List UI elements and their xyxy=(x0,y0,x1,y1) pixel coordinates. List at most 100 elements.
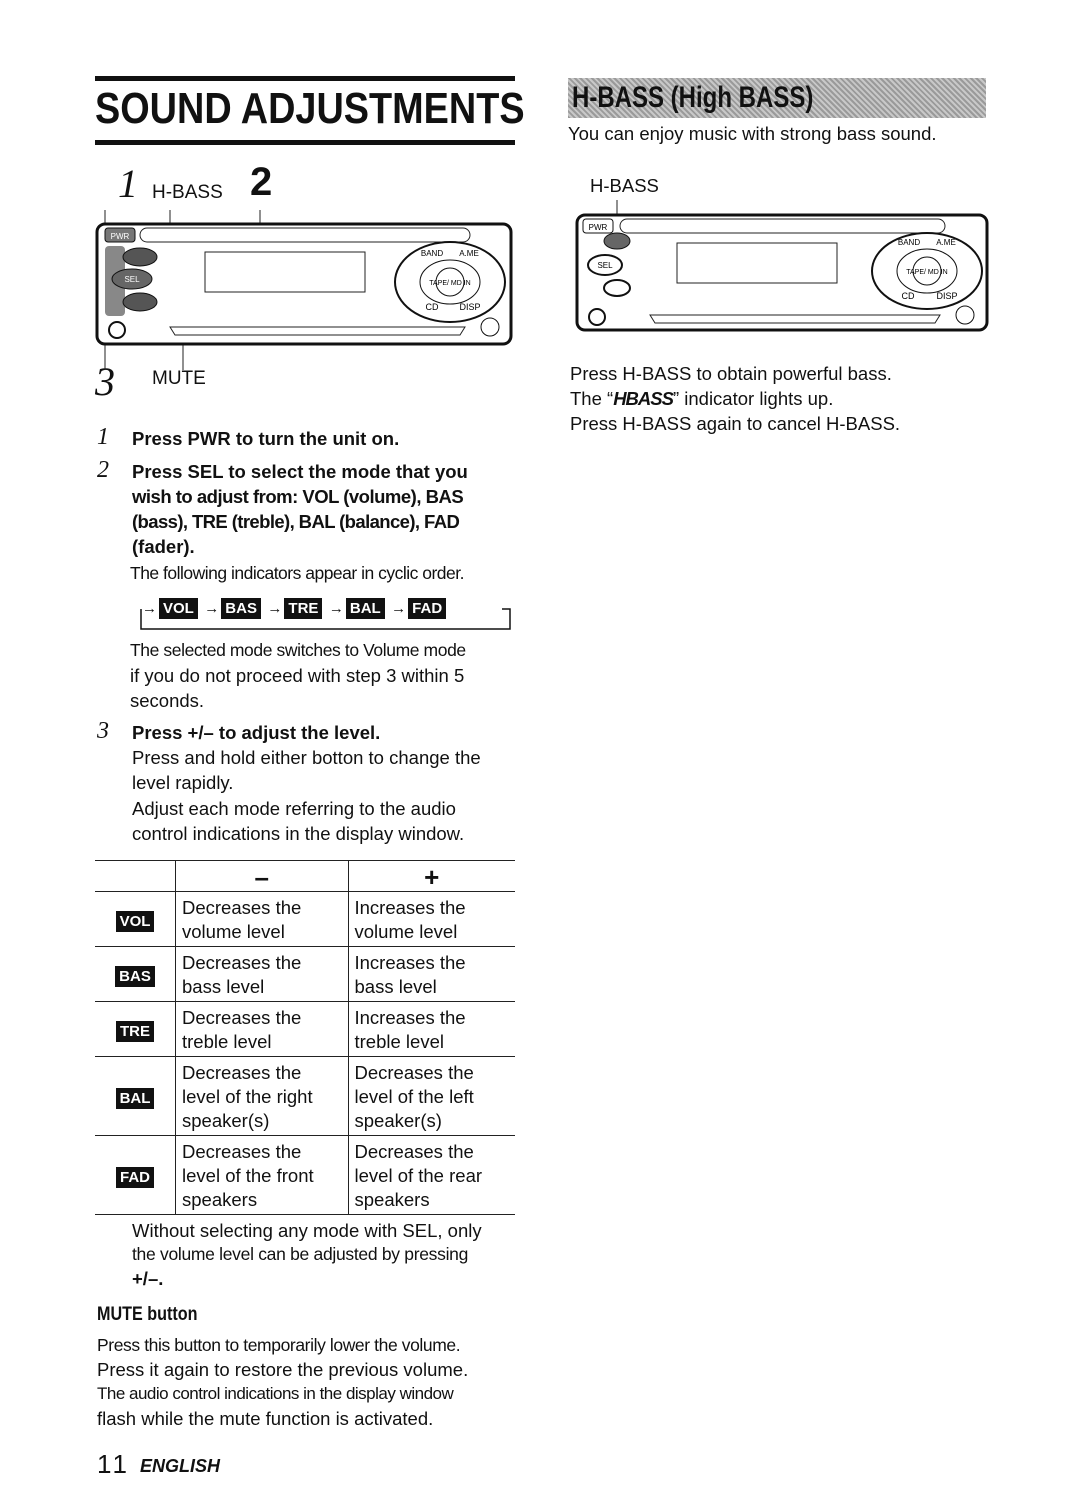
pwr-label: PWR xyxy=(111,232,130,241)
ame-label: A.ME xyxy=(459,249,479,258)
cell-line: bass level xyxy=(354,976,437,997)
step-3-line: Press and hold either botton to change t… xyxy=(132,747,481,768)
indicator-tre: TRE xyxy=(116,1021,154,1042)
cell-line: Increases the xyxy=(354,952,466,973)
hbass-line: The “HBASS” indicator lights up. xyxy=(570,386,833,411)
table-header-row: – + xyxy=(95,860,515,892)
cell-line: speaker(s) xyxy=(354,1110,442,1131)
cell-line: speakers xyxy=(354,1189,430,1210)
table-header-empty xyxy=(95,860,176,892)
indicator-fad: FAD xyxy=(116,1167,154,1188)
hbass-line: Press H-BASS to obtain powerful bass. xyxy=(570,363,892,384)
callout-1: 1 xyxy=(118,161,138,206)
step-2-line: wish to adjust from: VOL (volume), BAS xyxy=(132,486,464,507)
callout-2: 2 xyxy=(250,160,273,204)
audio-control-table: – + VOL Decreases the volume level Increa… xyxy=(95,860,515,1215)
table-header-minus: – xyxy=(175,860,348,892)
device-face: PWR SEL BAND A.ME TAPE/ MD IN CD DISP xyxy=(575,213,989,332)
step-3-line: Adjust each mode referring to the audio xyxy=(132,798,456,819)
disp-label: DISP xyxy=(459,302,480,312)
indicator-bal: BAL xyxy=(115,1088,155,1109)
step-2-line: (fader). xyxy=(132,536,195,557)
table-row: BAS Decreases the bass level Increases th… xyxy=(95,946,515,1002)
device-face: PWR SEL BAND A.ME TAPE/ MD IN CD DISP xyxy=(95,222,513,346)
after-table-line: +/–. xyxy=(132,1268,164,1289)
hbass-heading: H-BASS (High BASS) xyxy=(572,81,814,114)
title-rule-top xyxy=(95,76,515,81)
step-1-number: 1 xyxy=(97,424,109,450)
sel-label: SEL xyxy=(124,275,140,284)
cell-line: speakers xyxy=(182,1189,258,1210)
tape-label: TAPE/ MD IN xyxy=(906,269,947,276)
disp-label: DISP xyxy=(936,291,957,301)
pwr-label: PWR xyxy=(589,223,608,232)
table-header-plus: + xyxy=(347,860,515,892)
callout-hbass: H-BASS xyxy=(152,182,223,203)
language-label: ENGLISH xyxy=(140,1456,221,1476)
car-stereo-diagram-left: PWR SEL BAND A.ME TAPE/ MD IN CD DISP xyxy=(95,210,513,370)
cyclic-note: The following indicators appear in cycli… xyxy=(130,563,464,583)
after-cycle-line: The selected mode switches to Volume mod… xyxy=(130,640,466,660)
indicator-vol: VOL xyxy=(115,911,155,932)
cell-line: volume level xyxy=(354,921,458,942)
step-2-number: 2 xyxy=(97,457,109,483)
hbass-callout: H-BASS xyxy=(590,175,659,196)
car-stereo-diagram-right: PWR SEL BAND A.ME TAPE/ MD IN CD DISP xyxy=(575,200,989,332)
cell-line: Decreases the xyxy=(182,897,302,918)
step-3-number: 3 xyxy=(97,718,109,744)
cell-line: treble level xyxy=(354,1031,444,1052)
cell-line: Increases the xyxy=(354,1007,466,1028)
cell-line: speaker(s) xyxy=(182,1110,270,1131)
cycle-return-line xyxy=(140,608,511,630)
mute-line: Press it again to restore the previous v… xyxy=(97,1359,469,1380)
after-table-line: the volume level can be adjusted by pres… xyxy=(132,1244,469,1264)
cell-line: level of the front xyxy=(182,1165,314,1186)
cell-line: treble level xyxy=(182,1031,272,1052)
hbass-intro: You can enjoy music with strong bass sou… xyxy=(568,123,937,144)
table-row: BAL Decreases the level of the right speak… xyxy=(95,1056,515,1136)
cell-line: Decreases the xyxy=(354,1062,474,1083)
step-3-text: Press +/– to adjust the level. xyxy=(132,722,381,743)
cell-line: level of the rear xyxy=(354,1165,483,1186)
cell-line: level of the right xyxy=(182,1086,313,1107)
ame-label: A.ME xyxy=(936,238,956,247)
table-row: VOL Decreases the volume level Increases … xyxy=(95,891,515,947)
tape-label: TAPE/ MD IN xyxy=(429,280,470,287)
step-3-line: level rapidly. xyxy=(132,772,234,793)
cell-line: Decreases the xyxy=(354,1141,474,1162)
step-1-text: Press PWR to turn the unit on. xyxy=(132,428,400,449)
page-number: 11 xyxy=(97,1449,130,1479)
hbass-line: Press H-BASS again to cancel H-BASS. xyxy=(570,413,901,434)
step-3-line: control indications in the display windo… xyxy=(132,823,465,844)
hbass-heading-bar: H-BASS (High BASS) xyxy=(568,78,986,118)
cell-line: Increases the xyxy=(354,897,466,918)
cell-line: Decreases the xyxy=(182,1141,302,1162)
after-cycle-line: seconds. xyxy=(130,690,205,711)
hbass-indicator: HBASS xyxy=(613,388,674,409)
mute-line: Press this button to temporarily lower t… xyxy=(97,1335,461,1355)
table-row: FAD Decreases the level of the front speak… xyxy=(95,1135,515,1215)
mute-heading: MUTE button xyxy=(97,1304,198,1325)
page-title: SOUND ADJUSTMENTS xyxy=(95,84,525,133)
table-row: TRE Decreases the treble level Increases … xyxy=(95,1001,515,1057)
quote-open: The “ xyxy=(570,388,614,409)
manual-page: SOUND ADJUSTMENTS 1 H-BASS 2 3 MUTE PWR … xyxy=(0,0,1080,1506)
indicator-bas: BAS xyxy=(115,966,155,987)
hbass-line-suffix: ” indicator lights up. xyxy=(672,388,834,409)
band-label: BAND xyxy=(421,249,443,258)
sel-label: SEL xyxy=(597,261,613,270)
cell-line: Decreases the xyxy=(182,1062,302,1083)
mute-line: The audio control indications in the dis… xyxy=(97,1384,454,1403)
cell-line: Decreases the xyxy=(182,952,302,973)
step-2-line: (bass), TRE (treble), BAL (balance), FAD xyxy=(132,511,460,532)
cell-line: Decreases the xyxy=(182,1007,302,1028)
cell-line: bass level xyxy=(182,976,265,997)
mute-line: flash while the mute function is activat… xyxy=(97,1408,434,1429)
band-label: BAND xyxy=(898,238,920,247)
after-cycle-line: if you do not proceed with step 3 within… xyxy=(130,665,465,686)
step-2-line: Press SEL to select the mode that you xyxy=(132,461,468,482)
cd-label: CD xyxy=(426,302,439,312)
after-table-line: Without selecting any mode with SEL, onl… xyxy=(132,1220,482,1241)
title-rule-bottom xyxy=(95,140,515,145)
cd-label: CD xyxy=(902,291,915,301)
